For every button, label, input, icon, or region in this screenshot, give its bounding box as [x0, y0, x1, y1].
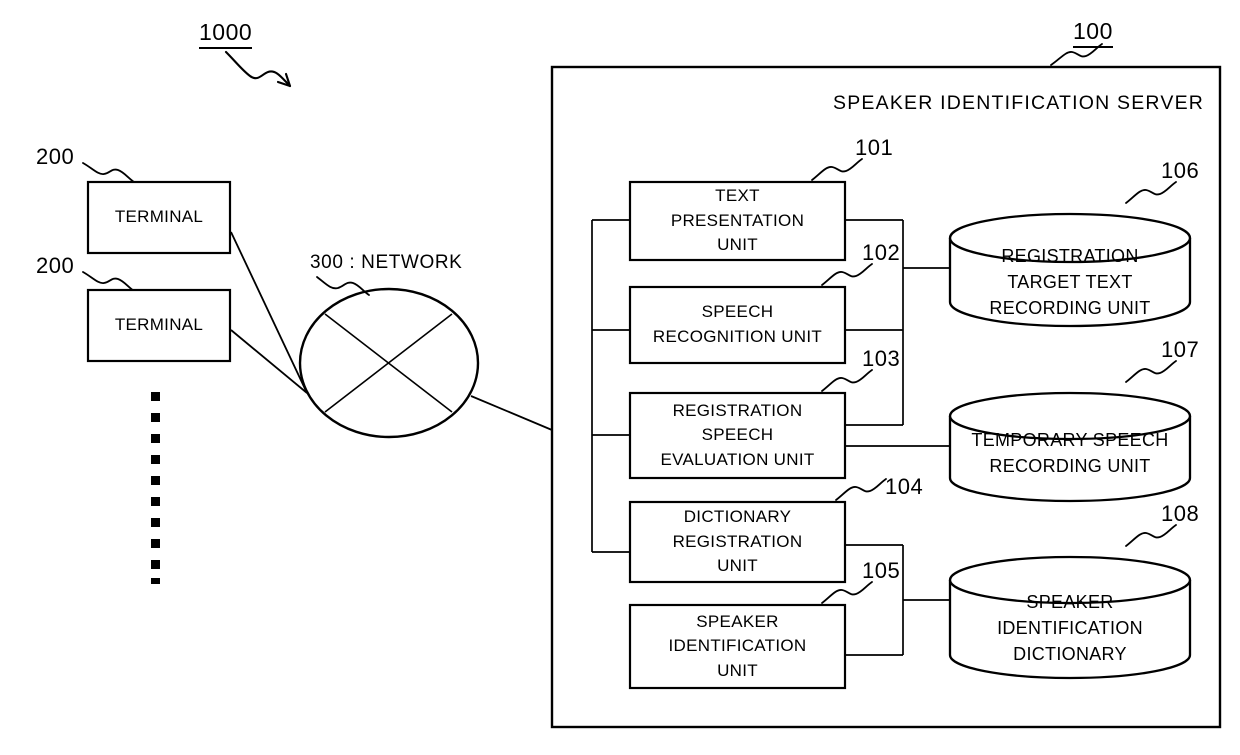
terminal-label-1: TERMINAL	[88, 182, 230, 253]
terminal-ref-number-2: 200	[36, 253, 75, 278]
patent-figure: 1000 200 200 TERMINAL TERMINAL 300 : NET…	[0, 0, 1240, 755]
store-ref-number-107: 107	[1161, 337, 1200, 362]
unit-label-102-line-2: RECOGNITION UNIT	[652, 327, 823, 346]
store-label-107: TEMPORARY SPEECH RECORDING UNIT	[955, 422, 1185, 484]
store-ref-number-106: 106	[1161, 158, 1200, 183]
terminal-ref-number-1: 200	[36, 144, 75, 169]
system-ref-number: 1000	[199, 18, 253, 50]
store-label-106-line-3: RECORDING UNIT	[989, 298, 1151, 319]
unit-label-102: SPEECH RECOGNITION UNIT	[630, 287, 845, 363]
unit-ref-number-103: 103	[862, 346, 901, 371]
unit-ref-leader-105	[821, 581, 873, 604]
internal-right-bus	[845, 219, 950, 656]
network-cross-2	[324, 313, 453, 413]
network-ref-leader	[316, 276, 370, 296]
store-label-106: REGISTRATION TARGET TEXT RECORDING UNIT	[955, 243, 1185, 321]
store-label-107-line-2: RECORDING UNIT	[989, 456, 1151, 476]
unit-label-101: TEXT PRESENTATION UNIT	[630, 182, 845, 260]
terminal-continuation-dots	[151, 392, 160, 584]
terminal-ref-leader-2	[82, 271, 135, 292]
unit-label-102-line-1: SPEECH	[701, 302, 774, 322]
unit-label-104: DICTIONARY REGISTRATION UNIT	[630, 502, 845, 582]
unit-ref-leader-103	[821, 369, 873, 392]
system-ref-leader	[224, 50, 292, 88]
unit-label-101-line-1: TEXT	[715, 186, 760, 206]
unit-ref-number-104: 104	[885, 474, 924, 499]
unit-label-103-line-3: EVALUATION UNIT	[660, 449, 815, 469]
store-ref-leader-106	[1125, 181, 1177, 204]
terminal-label-2: TERMINAL	[88, 290, 230, 361]
unit-label-101-line-2: PRESENTATION	[670, 210, 805, 230]
unit-ref-number-102: 102	[862, 240, 901, 265]
server-title: SPEAKER IDENTIFICATION SERVER	[833, 92, 1205, 114]
unit-label-105-line-1: SPEAKER	[696, 611, 779, 631]
unit-label-101-line-3: UNIT	[717, 235, 758, 255]
unit-label-103-line-1: REGISTRATION	[672, 400, 803, 420]
internal-left-bus	[591, 219, 630, 553]
unit-ref-leader-102	[821, 263, 873, 286]
server-ref-number: 100	[1073, 17, 1113, 49]
unit-label-104-line-2: REGISTRATION	[672, 531, 803, 551]
network-label: 300 : NETWORK	[310, 252, 463, 273]
network-cross-1	[324, 313, 453, 413]
unit-label-105-line-3: UNIT	[717, 660, 758, 680]
store-ref-number-108: 108	[1161, 501, 1200, 526]
unit-ref-leader-104	[835, 478, 887, 501]
store-ref-leader-108	[1125, 524, 1177, 547]
store-label-106-line-1: REGISTRATION	[1001, 245, 1139, 266]
link-terminal2-network	[230, 329, 308, 394]
unit-label-104-line-3: UNIT	[717, 556, 758, 576]
store-label-108-line-3: DICTIONARY	[1013, 644, 1127, 665]
terminal-ref-leader-1	[82, 162, 135, 183]
unit-label-103-line-2: SPEECH	[701, 425, 774, 445]
unit-ref-leader-101	[811, 158, 863, 181]
unit-label-105: SPEAKER IDENTIFICATION UNIT	[630, 605, 845, 688]
link-terminal1-network	[230, 231, 308, 394]
store-label-106-line-2: TARGET TEXT	[1007, 271, 1133, 292]
unit-ref-number-101: 101	[855, 135, 894, 160]
terminal-label-1-line: TERMINAL	[114, 207, 204, 227]
unit-label-105-line-2: IDENTIFICATION	[668, 636, 807, 656]
store-ref-leader-107	[1125, 360, 1177, 383]
unit-label-104-line-1: DICTIONARY	[683, 507, 792, 527]
terminal-label-2-line: TERMINAL	[114, 315, 204, 335]
store-label-108-line-2: IDENTIFICATION	[997, 617, 1143, 638]
store-label-107-line-1: TEMPORARY SPEECH	[971, 429, 1169, 450]
unit-label-103: REGISTRATION SPEECH EVALUATION UNIT	[630, 393, 845, 478]
store-label-108: SPEAKER IDENTIFICATION DICTIONARY	[955, 588, 1185, 668]
network-ellipse	[298, 287, 480, 439]
store-label-108-line-1: SPEAKER	[1026, 591, 1114, 612]
unit-ref-number-105: 105	[862, 558, 901, 583]
link-network-server	[470, 395, 553, 431]
